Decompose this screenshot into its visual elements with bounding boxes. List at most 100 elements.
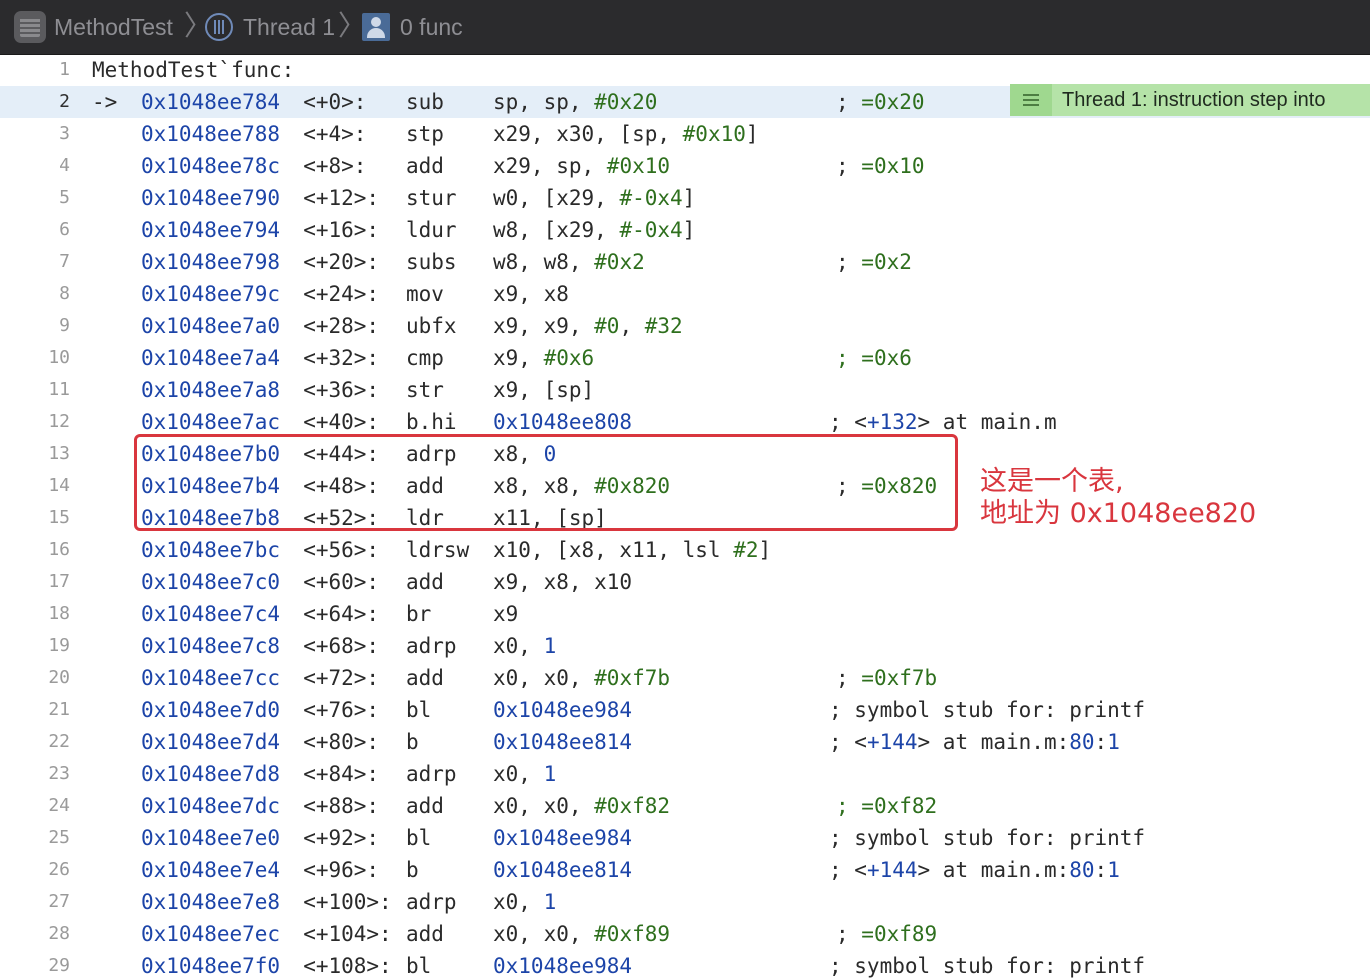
instruction-address: 0x1048ee7e4 <box>141 858 281 882</box>
line-number: 1 <box>59 59 70 80</box>
line-number: 23 <box>48 763 70 784</box>
code-line[interactable]: 29 0x1048ee7f0 <+108>: bl 0x1048ee984 ; symbo… <box>0 950 1370 980</box>
instruction-mnemonic: adrp <box>406 890 457 914</box>
code-line[interactable]: 17 0x1048ee7c0 <+60>: add x9, x8, x10 <box>0 566 1370 598</box>
line-number: 16 <box>48 539 70 560</box>
comment-token: 1 <box>1107 858 1120 882</box>
line-number: 26 <box>48 859 70 880</box>
line-number: 13 <box>48 443 70 464</box>
code-line[interactable]: 7 0x1048ee798 <+20>: subs w8, w8, #0x2; =0x2 <box>0 246 1370 278</box>
breadcrumb-project[interactable]: MethodTest <box>14 0 173 54</box>
instruction-offset: <+24>: <box>303 282 380 306</box>
instruction-address: 0x1048ee7c0 <box>141 570 281 594</box>
code-line[interactable]: 1 MethodTest`func: <box>0 54 1370 86</box>
line-number: 7 <box>59 251 70 272</box>
code-line[interactable]: 16 0x1048ee7bc <+56>: ldrsw x10, [x8, x11, l… <box>0 534 1370 566</box>
code-line[interactable]: 26 0x1048ee7e4 <+96>: b 0x1048ee814 ; <+144> … <box>0 854 1370 886</box>
line-number: 22 <box>48 731 70 752</box>
operand-token: 0x1048ee814 <box>493 730 633 754</box>
code-line[interactable]: 18 0x1048ee7c4 <+64>: br x9 <box>0 598 1370 630</box>
comment-token: ; < <box>829 730 867 754</box>
breadcrumb-frame[interactable]: 0 func <box>362 0 463 54</box>
code-line[interactable]: 8 0x1048ee79c <+24>: mov x9, x8 <box>0 278 1370 310</box>
operand-token: 1 <box>543 890 557 914</box>
code-line[interactable]: 3 0x1048ee788 <+4>: stp x29, x30, [sp, #0x10… <box>0 118 1370 150</box>
code-line[interactable]: 27 0x1048ee7e8 <+100>: adrp x0, 1 <box>0 886 1370 918</box>
instruction-offset: <+92>: <box>303 826 380 850</box>
instruction-operands: w8, [x29, #-0x4] <box>493 214 695 246</box>
instruction-offset: <+108>: <box>303 954 392 978</box>
comment-token: ; <box>836 666 862 690</box>
code-line[interactable]: 25 0x1048ee7e0 <+92>: bl 0x1048ee984 ; symbol… <box>0 822 1370 854</box>
code-line[interactable]: 21 0x1048ee7d0 <+76>: bl 0x1048ee984 ; symbol… <box>0 694 1370 726</box>
thread-icon <box>205 13 233 41</box>
code-line[interactable]: 19 0x1048ee7c8 <+68>: adrp x0, 1 <box>0 630 1370 662</box>
instruction-comment: ; =0x6 <box>836 342 912 374</box>
code-line[interactable]: 11 0x1048ee7a8 <+36>: str x9, [sp] <box>0 374 1370 406</box>
code-line[interactable]: 9 0x1048ee7a0 <+28>: ubfx x9, x9, #0, #32 <box>0 310 1370 342</box>
operand-token: w0, [x29, <box>493 186 620 210</box>
comment-token: 80 <box>1069 858 1095 882</box>
instruction-operands: x0, x0, #0xf7b <box>493 662 670 694</box>
instruction-offset: <+4>: <box>303 122 367 146</box>
instruction-offset: <+28>: <box>303 314 380 338</box>
code-line[interactable]: 10 0x1048ee7a4 <+32>: cmp x9, #0x6; =0x6 <box>0 342 1370 374</box>
instruction-mnemonic: bl <box>406 826 432 850</box>
comment-token: ; < <box>829 410 867 434</box>
code-line[interactable]: 28 0x1048ee7ec <+104>: add x0, x0, #0xf89; =… <box>0 918 1370 950</box>
breadcrumb-thread[interactable]: Thread 1 <box>205 0 335 54</box>
operand-token: #0xf89 <box>594 922 671 946</box>
code-line[interactable]: 23 0x1048ee7d8 <+84>: adrp x0, 1 <box>0 758 1370 790</box>
operand-token: sp, sp, <box>493 90 595 114</box>
instruction-address: 0x1048ee790 <box>141 186 281 210</box>
breadcrumb-project-label: MethodTest <box>54 13 173 40</box>
annotation-note-line1: 这是一个表, <box>980 466 1124 497</box>
operand-token: w8, [x29, <box>493 218 620 242</box>
disassembly-view[interactable]: 1 MethodTest`func: 2 -> 0x1048ee784 <+0>: su… <box>0 54 1370 980</box>
instruction-mnemonic: str <box>406 378 444 402</box>
operand-token: #0xf7b <box>594 666 671 690</box>
operand-token: x0, x0, <box>493 666 595 690</box>
operand-token: w8, w8, <box>493 250 595 274</box>
instruction-operands: 0x1048ee984 <box>493 822 632 854</box>
instruction-operands: 0x1048ee814 <box>493 854 632 886</box>
instruction-mnemonic: b <box>406 858 419 882</box>
code-line[interactable]: 20 0x1048ee7cc <+72>: add x0, x0, #0xf7b; =0… <box>0 662 1370 694</box>
operand-token: #-0x4 <box>619 218 683 242</box>
line-number: 4 <box>59 155 70 176</box>
code-line[interactable]: 4 0x1048ee78c <+8>: add x29, sp, #0x10; =0x1… <box>0 150 1370 182</box>
code-line[interactable]: 6 0x1048ee794 <+16>: ldur w8, [x29, #-0x4] <box>0 214 1370 246</box>
instruction-address: 0x1048ee7d8 <box>141 762 281 786</box>
instruction-mnemonic: add <box>406 154 444 178</box>
operand-token: #0x2 <box>594 250 645 274</box>
operand-token: #0x10 <box>682 122 746 146</box>
instruction-address: 0x1048ee7e8 <box>141 890 281 914</box>
thread-instruction-badge[interactable]: Thread 1: instruction step into <box>1010 84 1370 116</box>
instruction-offset: <+76>: <box>303 698 380 722</box>
code-line[interactable]: 24 0x1048ee7dc <+88>: add x0, x0, #0xf82; =0… <box>0 790 1370 822</box>
instruction-offset: <+88>: <box>303 794 380 818</box>
instruction-comment: ; <+144> at main.m:80:1 <box>829 854 1120 886</box>
instruction-mnemonic: br <box>406 602 432 626</box>
operand-token: ] <box>682 186 696 210</box>
code-line[interactable]: 5 0x1048ee790 <+12>: stur w0, [x29, #-0x4] <box>0 182 1370 214</box>
instruction-offset: <+84>: <box>303 762 380 786</box>
line-number: 11 <box>48 379 70 400</box>
instruction-offset: <+56>: <box>303 538 380 562</box>
instruction-offset: <+72>: <box>303 666 380 690</box>
comment-token: ; symbol stub for: printf <box>829 698 1146 722</box>
line-number: 28 <box>48 923 70 944</box>
instruction-operands: 0x1048ee814 <box>493 726 632 758</box>
instruction-operands: x0, x0, #0xf82 <box>493 790 670 822</box>
instruction-mnemonic: add <box>406 922 444 946</box>
operand-token: x29, sp, <box>493 154 607 178</box>
instruction-offset: <+16>: <box>303 218 380 242</box>
current-instruction-arrow: -> <box>92 90 118 114</box>
instruction-offset: <+100>: <box>303 890 392 914</box>
comment-token: =0x6 <box>861 346 912 370</box>
instruction-comment: ; =0xf7b <box>836 662 937 694</box>
function-label: MethodTest`func: <box>92 58 295 82</box>
instruction-operands: x9, #0x6 <box>493 342 594 374</box>
line-number: 24 <box>48 795 70 816</box>
code-line[interactable]: 22 0x1048ee7d4 <+80>: b 0x1048ee814 ; <+144> … <box>0 726 1370 758</box>
